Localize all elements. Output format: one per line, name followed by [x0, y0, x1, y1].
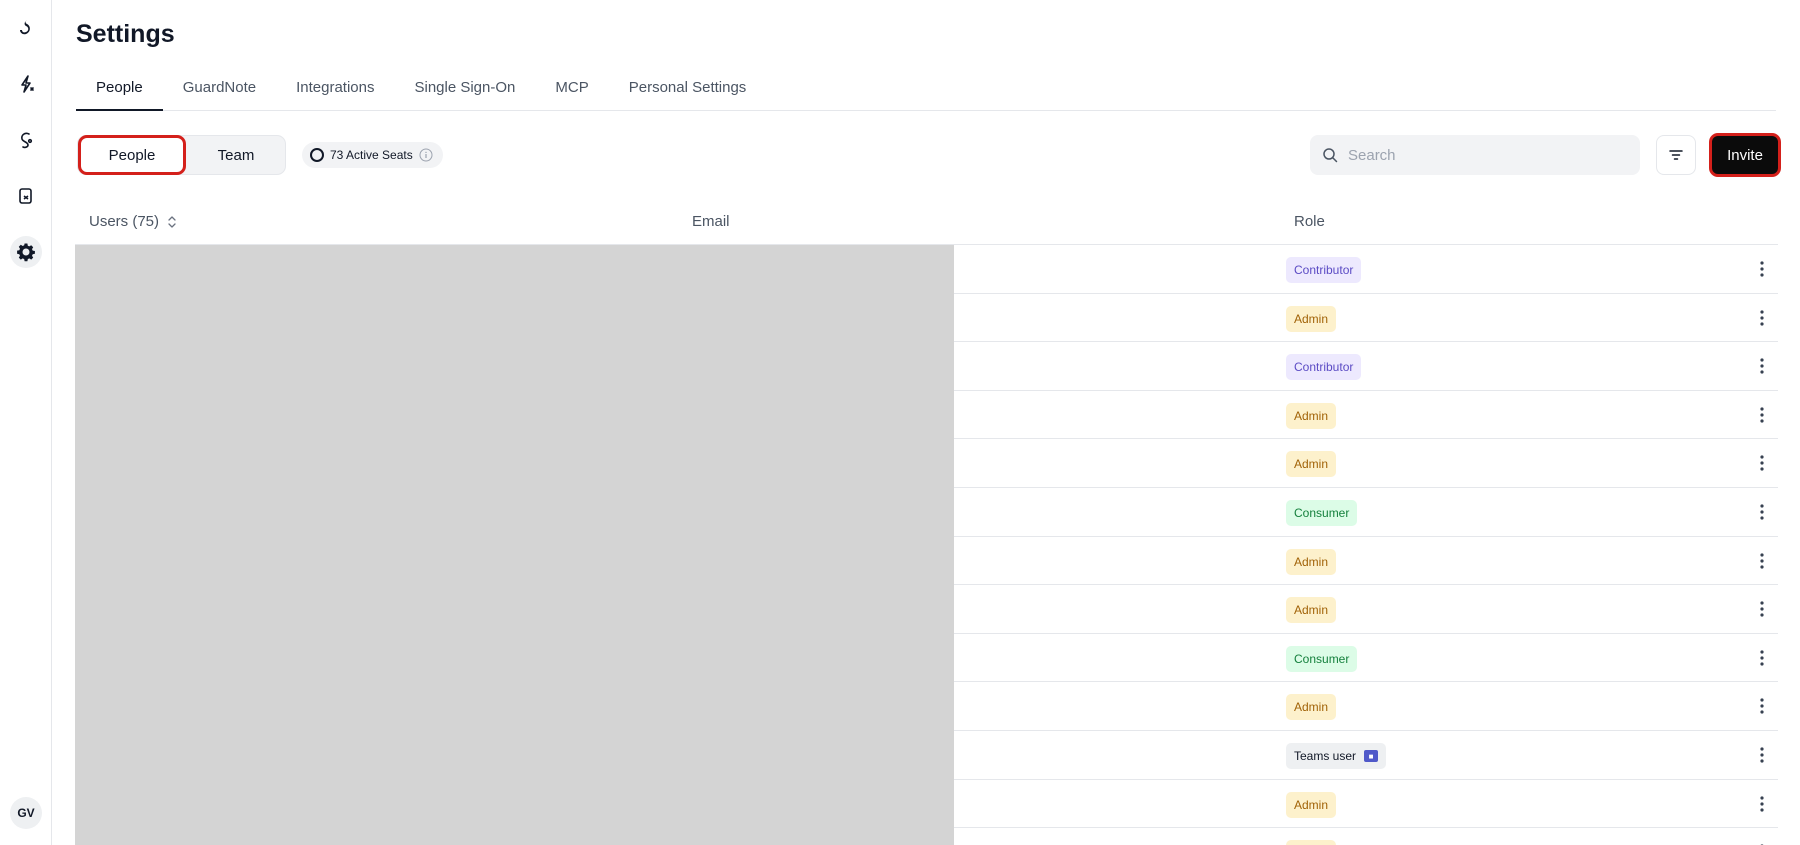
row-actions-menu-button[interactable]: [1752, 502, 1772, 522]
role-badge-label: Admin: [1294, 700, 1329, 715]
role-badge: Consumer: [1286, 645, 1358, 672]
role-badge: Admin: [1286, 548, 1337, 575]
column-header-users-label: Users (75): [89, 213, 160, 230]
row-actions-menu-button[interactable]: [1752, 745, 1772, 765]
kebab-menu-icon: [1760, 601, 1764, 617]
redacted-user-details: [75, 245, 954, 845]
role-badge-label: Teams user: [1294, 749, 1357, 763]
kebab-menu-icon: [1760, 358, 1764, 374]
row-actions-menu-button[interactable]: [1752, 599, 1772, 619]
role-badge-label: Consumer: [1294, 506, 1350, 520]
people-team-toggle: People Team: [77, 135, 286, 175]
column-header-users[interactable]: Users (75): [89, 213, 177, 230]
segment-team-button[interactable]: Team: [186, 136, 286, 174]
row-actions-menu-button[interactable]: [1752, 405, 1772, 425]
kebab-menu-icon: [1760, 455, 1764, 471]
settings-tabs: People GuardNote Integrations Single Sig…: [76, 68, 1776, 111]
filter-icon: [1669, 150, 1683, 160]
role-badge-label: Admin: [1294, 797, 1329, 812]
active-seats-badge: 73 Active Seats: [302, 142, 443, 168]
kebab-menu-icon: [1760, 504, 1764, 520]
tab-personal-settings[interactable]: Personal Settings: [609, 68, 767, 110]
info-icon[interactable]: [419, 148, 433, 162]
left-nav-rail: GV: [0, 0, 52, 845]
invite-button[interactable]: Invite: [1709, 133, 1781, 177]
search-box: [1310, 135, 1640, 175]
kebab-menu-icon: [1760, 407, 1764, 423]
user-avatar[interactable]: GV: [10, 797, 42, 829]
role-badge: Admin: [1286, 597, 1337, 624]
row-actions-menu-button[interactable]: [1752, 356, 1772, 376]
tab-single-sign-on[interactable]: Single Sign-On: [394, 68, 535, 110]
settings-gear-icon[interactable]: [10, 236, 42, 268]
tab-integrations[interactable]: Integrations: [276, 68, 394, 110]
guard-agent-icon[interactable]: [10, 124, 42, 156]
tab-mcp[interactable]: MCP: [535, 68, 608, 110]
page-title: Settings: [76, 20, 175, 48]
row-actions-menu-button[interactable]: [1752, 648, 1772, 668]
flash-rocket-icon[interactable]: [10, 68, 42, 100]
row-actions-menu-button[interactable]: [1752, 453, 1772, 473]
seat-ring-icon: [310, 148, 324, 162]
kebab-menu-icon: [1760, 309, 1764, 326]
role-badge: Admin: [1286, 402, 1337, 429]
kebab-menu-icon: [1760, 747, 1764, 763]
kebab-menu-icon: [1760, 650, 1764, 666]
role-badge-label: Admin: [1294, 554, 1329, 569]
role-badge: Consumer: [1286, 500, 1358, 526]
role-badge-label: Contributor: [1294, 263, 1354, 277]
role-badge: Admin: [1286, 451, 1337, 478]
role-badge-label: Admin: [1294, 408, 1329, 423]
search-input[interactable]: [1348, 146, 1628, 164]
tab-guardnote[interactable]: GuardNote: [163, 68, 276, 110]
row-actions-menu-button[interactable]: [1752, 696, 1772, 716]
role-badge-label: Admin: [1294, 603, 1329, 618]
active-seats-label: 73 Active Seats: [330, 148, 413, 162]
role-badge: Admin: [1286, 694, 1337, 721]
role-badge: Admin: [1286, 305, 1337, 332]
row-actions-menu-button[interactable]: [1752, 551, 1772, 571]
brand-logo-icon[interactable]: [10, 12, 42, 44]
role-badge-label: Contributor: [1294, 360, 1354, 375]
microsoft-teams-icon: ■: [1364, 750, 1379, 762]
row-actions-menu-button[interactable]: [1752, 259, 1772, 279]
role-badge: Admin: [1286, 840, 1337, 845]
documents-icon[interactable]: [10, 180, 42, 212]
kebab-menu-icon: [1760, 552, 1764, 569]
row-actions-menu-button[interactable]: [1752, 308, 1772, 328]
role-badge: Contributor: [1286, 257, 1362, 283]
role-badge: Teams user ■: [1286, 743, 1387, 769]
kebab-menu-icon: [1760, 795, 1764, 812]
segment-people-button[interactable]: People: [78, 135, 186, 175]
users-table-header: Users (75) Email Role: [75, 200, 1778, 245]
column-header-role: Role: [1294, 213, 1325, 230]
kebab-menu-icon: [1760, 698, 1764, 714]
column-header-email: Email: [692, 213, 730, 230]
role-badge: Contributor: [1286, 354, 1362, 381]
row-actions-menu-button[interactable]: [1752, 794, 1772, 814]
kebab-menu-icon: [1760, 261, 1764, 277]
sort-chevrons-icon[interactable]: [167, 215, 177, 229]
role-badge-label: Admin: [1294, 311, 1329, 326]
search-icon: [1323, 148, 1338, 163]
role-badge: Admin: [1286, 791, 1337, 818]
filter-button[interactable]: [1656, 135, 1696, 175]
role-badge-label: Consumer: [1294, 651, 1350, 666]
tab-people[interactable]: People: [76, 68, 163, 111]
role-badge-label: Admin: [1294, 457, 1329, 472]
